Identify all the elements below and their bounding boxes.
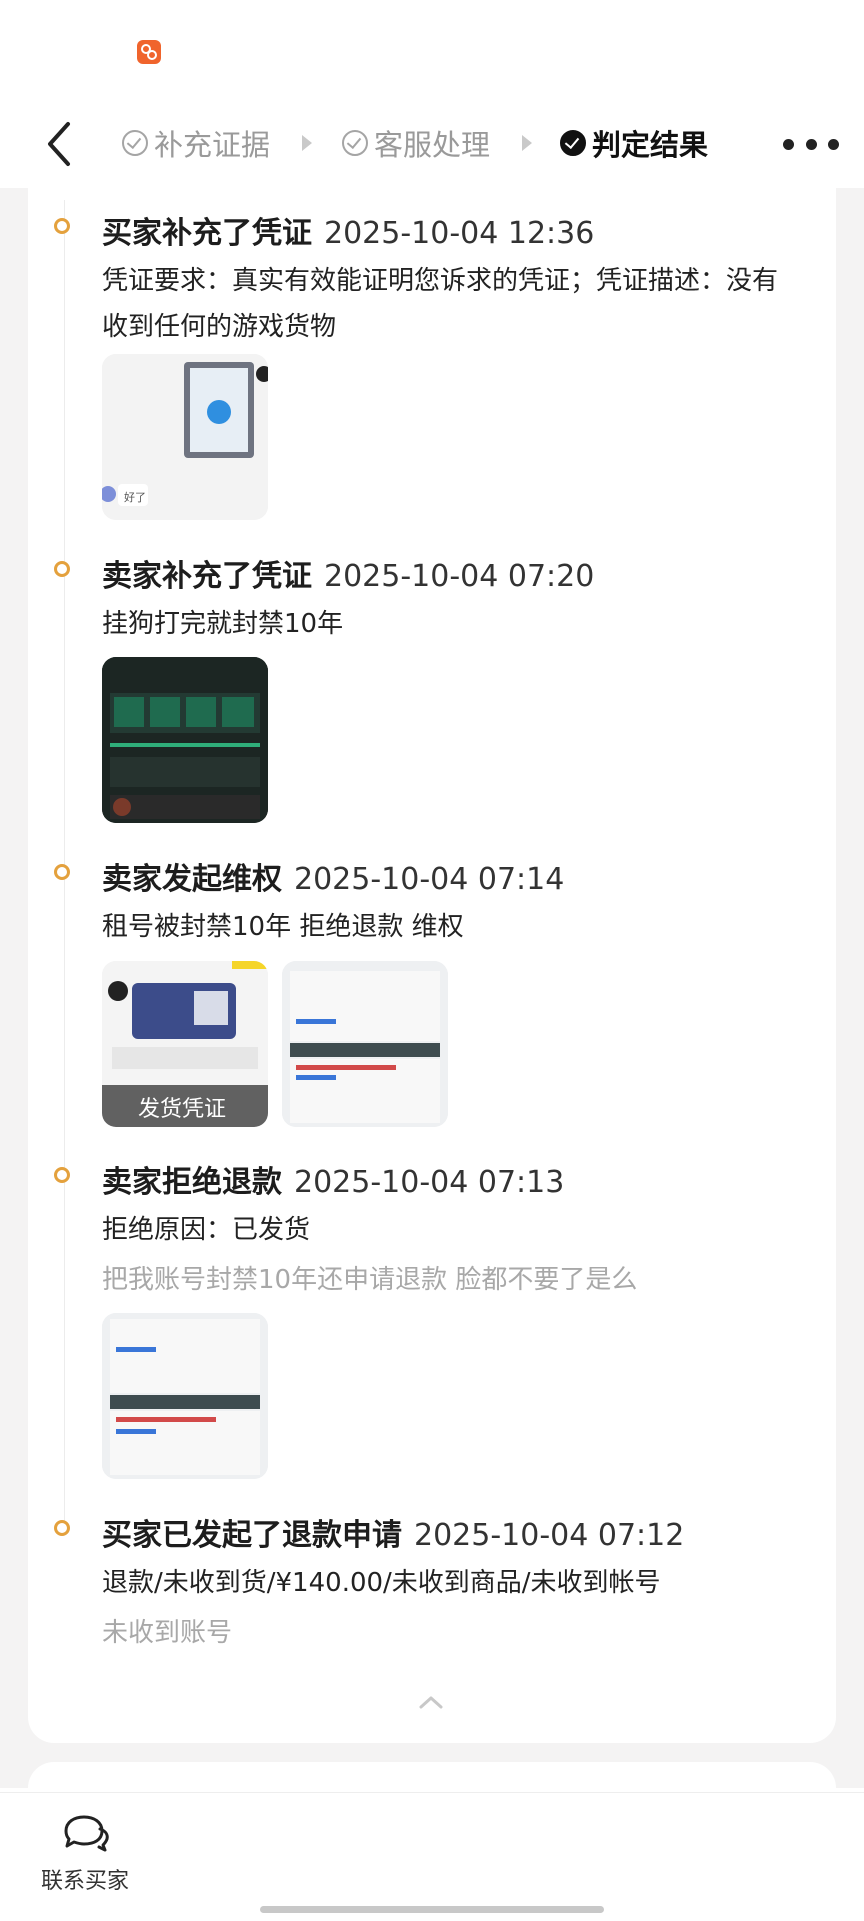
evidence-thumbnail[interactable]: 好了 — [102, 354, 268, 520]
contact-buyer-button[interactable]: 联系买家 — [30, 1813, 140, 1903]
event-description: 租号被封禁10年 拒绝退款 维权 — [102, 912, 464, 942]
home-indicator[interactable] — [260, 1906, 604, 1913]
back-button[interactable] — [40, 116, 80, 172]
status-bar — [0, 0, 864, 100]
evidence-thumbnail[interactable] — [282, 961, 448, 1127]
timeline-title: 买家补充了凭证 2025-10-04 12:36 — [102, 208, 594, 252]
more-dot-icon — [805, 138, 817, 150]
check-circle-icon — [122, 130, 148, 156]
game-screenshot-image — [102, 657, 268, 823]
bottom-action-bar: 联系买家 — [0, 1792, 864, 1921]
event-name: 卖家补充了凭证 — [102, 559, 312, 594]
timeline-title: 卖家拒绝退款 2025-10-04 07:13 — [102, 1157, 564, 1201]
evidence-thumbnail[interactable] — [102, 657, 268, 823]
event-time: 2025-10-04 07:12 — [414, 1518, 685, 1553]
event-description: 凭证要求：真实有效能证明您诉求的凭证；凭证描述：没有收到任何的游戏货物 — [102, 266, 779, 342]
thumbnail-caption: 发货凭证 — [138, 1097, 227, 1122]
timeline-dot — [54, 1520, 70, 1536]
event-description: 退款/未收到货/¥140.00/未收到商品/未收到帐号 — [102, 1568, 661, 1598]
timeline-dot — [54, 561, 70, 577]
step-supplement-evidence[interactable]: 补充证据 — [122, 118, 270, 168]
timeline-title: 卖家发起维权 2025-10-04 07:14 — [102, 854, 564, 898]
event-note: 未收到账号 — [102, 1618, 233, 1648]
app-notification-icon — [137, 40, 161, 64]
check-circle-icon — [342, 130, 368, 156]
timeline-title: 买家已发起了退款申请 2025-10-04 07:12 — [102, 1510, 684, 1554]
step-label: 客服处理 — [374, 128, 491, 162]
timeline-title: 卖家补充了凭证 2025-10-04 07:20 — [102, 551, 594, 595]
event-name: 买家补充了凭证 — [102, 216, 312, 251]
more-dot-icon — [783, 138, 794, 150]
timeline-dot — [54, 864, 70, 880]
chat-bubble-icon — [64, 1815, 109, 1852]
step-label: 判定结果 — [592, 128, 709, 162]
evidence-thumbnail[interactable] — [102, 1313, 268, 1479]
event-name: 买家已发起了退款申请 — [102, 1518, 402, 1553]
check-circle-filled-icon — [560, 130, 586, 156]
step-label: 补充证据 — [154, 128, 271, 162]
chevron-left-icon — [48, 122, 70, 166]
nav-bar: 补充证据 客服处理 判定结果 — [0, 100, 864, 188]
record-screenshot-image — [282, 961, 448, 1127]
event-time: 2025-10-04 12:36 — [324, 216, 595, 251]
step-service-handling[interactable]: 客服处理 — [342, 118, 490, 168]
step-judgment-result[interactable]: 判定结果 — [560, 118, 708, 168]
event-description: 拒绝原因：已发货 — [102, 1215, 311, 1245]
event-description: 挂狗打完就封禁10年 — [102, 609, 344, 639]
thumbnail-caption: 好了 — [124, 491, 146, 504]
more-dot-icon — [828, 138, 839, 150]
event-note: 把我账号封禁10年还申请退款 脸都不要了是么 — [102, 1265, 638, 1295]
event-time: 2025-10-04 07:20 — [324, 559, 595, 594]
event-time: 2025-10-04 07:14 — [294, 862, 565, 897]
timeline-dot — [54, 1167, 70, 1183]
collapse-button[interactable] — [416, 1692, 446, 1712]
chevron-up-icon — [419, 1696, 443, 1709]
record-screenshot-image — [102, 1313, 268, 1479]
step-arrow-icon — [302, 135, 312, 151]
event-name: 卖家发起维权 — [102, 862, 282, 897]
evidence-thumbnail[interactable]: 发货凭证 — [102, 961, 268, 1127]
contact-buyer-label: 联系买家 — [40, 1869, 129, 1894]
more-options-button[interactable] — [783, 130, 839, 158]
event-time: 2025-10-04 07:13 — [294, 1165, 565, 1200]
event-name: 卖家拒绝退款 — [102, 1165, 282, 1200]
step-arrow-icon — [522, 135, 532, 151]
timeline-dot — [54, 218, 70, 234]
